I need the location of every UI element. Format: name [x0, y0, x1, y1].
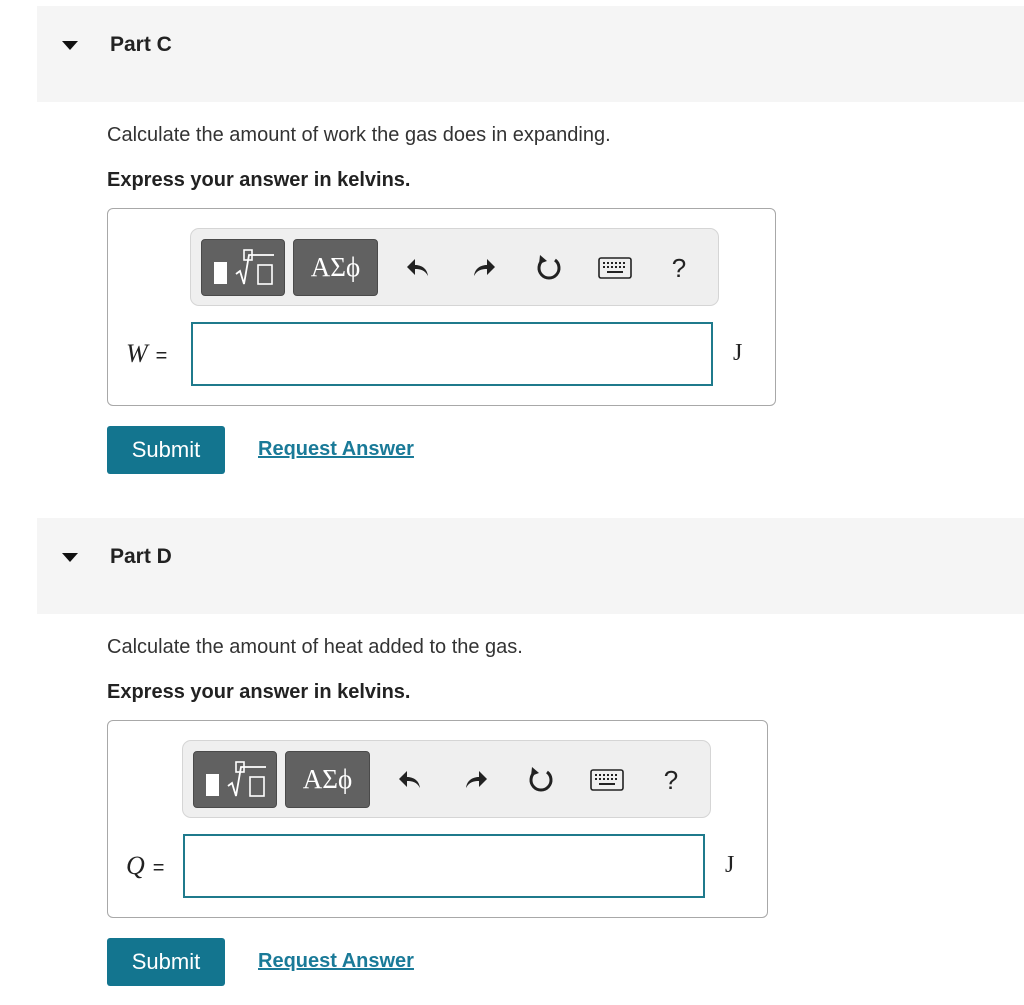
submit-button[interactable]: Submit: [107, 426, 225, 474]
request-answer-link[interactable]: Request Answer: [258, 438, 414, 461]
variable-symbol: Q: [126, 851, 145, 880]
redo-icon[interactable]: [463, 241, 503, 295]
reset-icon[interactable]: [521, 753, 561, 807]
math-toolbar: ΑΣϕ ?: [190, 228, 719, 306]
help-icon[interactable]: ?: [659, 241, 699, 295]
unit-label: J: [733, 340, 743, 366]
submit-button[interactable]: Submit: [107, 938, 225, 986]
collapse-caret-icon[interactable]: [62, 553, 78, 562]
part-c-title: Part C: [110, 33, 172, 56]
reset-icon[interactable]: [529, 241, 569, 295]
part-d-instruction: Express your answer in kelvins.: [107, 681, 411, 703]
fraction-root-template-icon: [202, 249, 286, 301]
keyboard-icon[interactable]: [587, 753, 627, 807]
variable-label: Q =: [126, 851, 164, 881]
variable-symbol: W: [126, 339, 148, 368]
redo-icon[interactable]: [455, 753, 495, 807]
part-c-answer-box: ΑΣϕ ? W = J: [107, 208, 776, 406]
part-d-title: Part D: [110, 545, 172, 568]
math-toolbar: ΑΣϕ ?: [182, 740, 711, 818]
undo-icon[interactable]: [391, 753, 431, 807]
part-d-question: Calculate the amount of heat added to th…: [107, 636, 523, 658]
template-button[interactable]: [193, 751, 277, 808]
request-answer-link[interactable]: Request Answer: [258, 950, 414, 973]
undo-icon[interactable]: [399, 241, 439, 295]
help-icon[interactable]: ?: [651, 753, 691, 807]
greek-symbols-button[interactable]: ΑΣϕ: [285, 751, 370, 808]
part-c-header[interactable]: Part C: [37, 6, 1024, 102]
greek-symbols-button[interactable]: ΑΣϕ: [293, 239, 378, 296]
unit-label: J: [725, 852, 735, 878]
answer-input-w[interactable]: [191, 322, 713, 386]
template-button[interactable]: [201, 239, 285, 296]
fraction-root-template-icon: [194, 761, 278, 813]
part-d-answer-box: ΑΣϕ ? Q = J: [107, 720, 768, 918]
part-c-question: Calculate the amount of work the gas doe…: [107, 124, 611, 146]
equals-sign: =: [155, 345, 168, 367]
part-c-instruction: Express your answer in kelvins.: [107, 169, 411, 191]
part-d-header[interactable]: Part D: [37, 518, 1024, 614]
equals-sign: =: [152, 857, 165, 879]
variable-label: W =: [126, 339, 167, 369]
keyboard-icon[interactable]: [595, 241, 635, 295]
answer-input-q[interactable]: [183, 834, 705, 898]
collapse-caret-icon[interactable]: [62, 41, 78, 50]
